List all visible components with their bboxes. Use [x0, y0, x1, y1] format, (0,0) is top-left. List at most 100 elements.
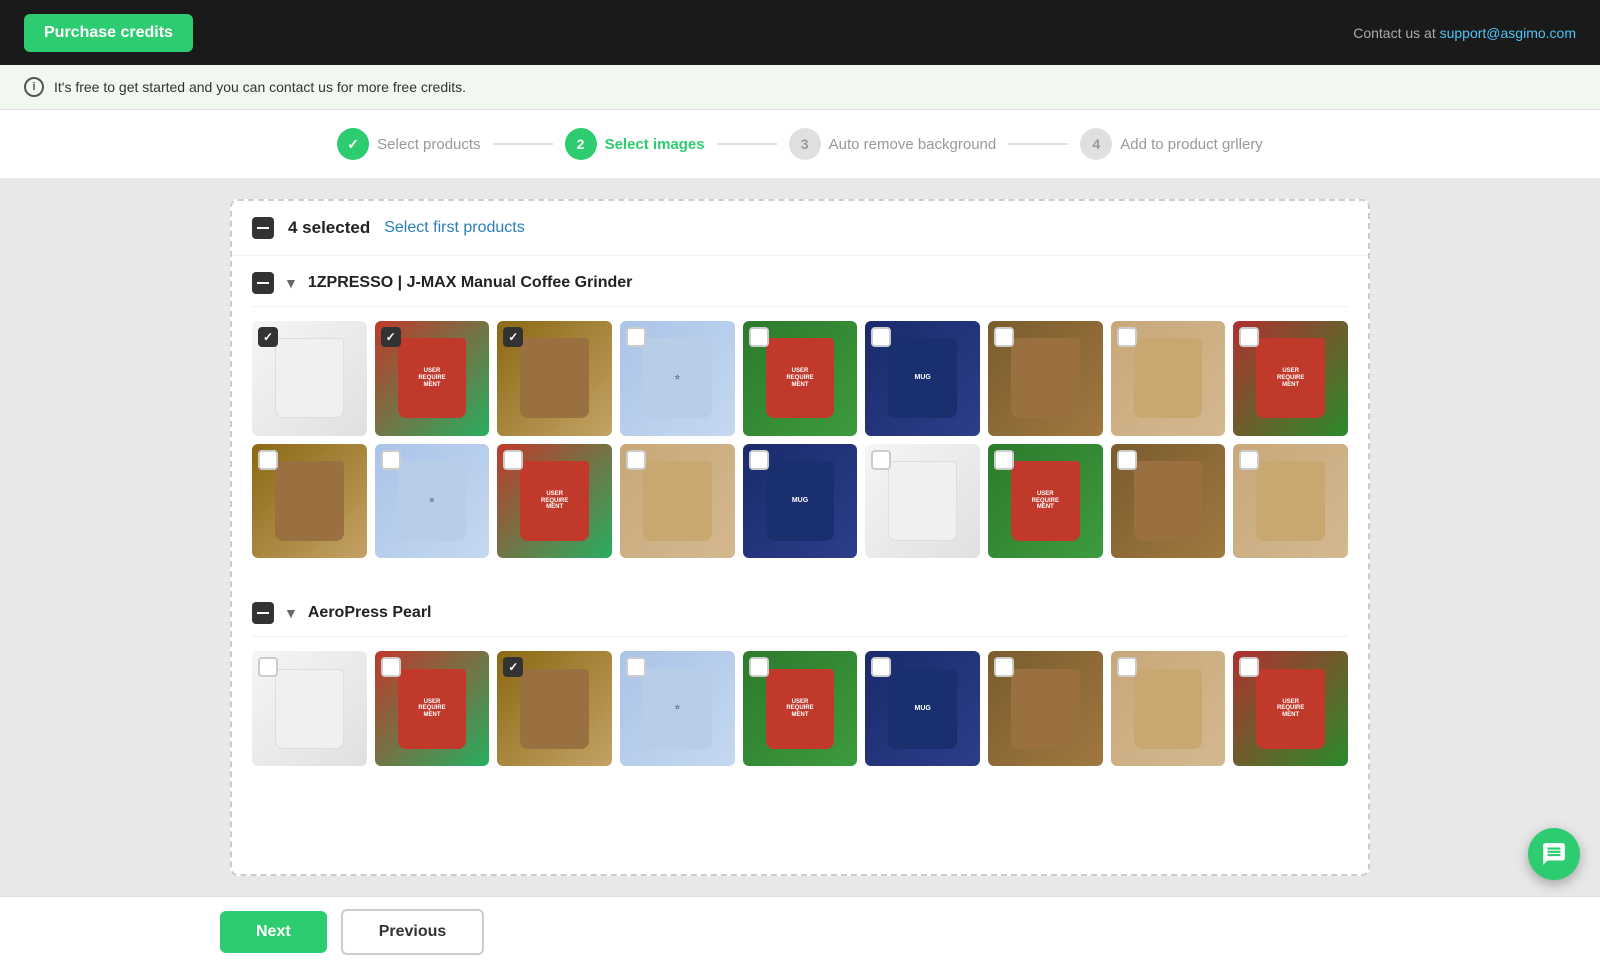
- image-item[interactable]: [252, 321, 367, 436]
- mug-visual: [888, 461, 957, 541]
- image-checkbox[interactable]: [258, 657, 278, 677]
- select-first-products-link[interactable]: Select first products: [384, 219, 525, 237]
- product-deselect-button-1[interactable]: [252, 602, 274, 624]
- image-checkbox[interactable]: [1117, 450, 1137, 470]
- image-item[interactable]: [1111, 651, 1226, 766]
- image-item[interactable]: USERREQUIREMENT: [743, 651, 858, 766]
- image-checkbox[interactable]: [503, 657, 523, 677]
- product-deselect-button-0[interactable]: [252, 272, 274, 294]
- mug-visual: USERREQUIREMENT: [1011, 461, 1080, 541]
- image-grid-0: USERREQUIREMENT☆USERREQUIREMENTMUGUSERRE…: [252, 321, 1348, 558]
- image-item[interactable]: ☆: [375, 444, 490, 559]
- image-item[interactable]: [252, 444, 367, 559]
- image-item[interactable]: [497, 321, 612, 436]
- image-checkbox[interactable]: [381, 657, 401, 677]
- next-button[interactable]: Next: [220, 911, 327, 953]
- image-checkbox[interactable]: [749, 450, 769, 470]
- image-item[interactable]: [1111, 444, 1226, 559]
- image-item[interactable]: ☆: [620, 651, 735, 766]
- image-item[interactable]: USERREQUIREMENT: [375, 651, 490, 766]
- image-item[interactable]: [1111, 321, 1226, 436]
- image-checkbox[interactable]: [626, 450, 646, 470]
- mug-visual: [1134, 461, 1203, 541]
- contact-text: Contact us at support@asgimo.com: [1353, 25, 1576, 41]
- image-checkbox[interactable]: [871, 327, 891, 347]
- product-section-0: ▼ 1ZPRESSO | J-MAX Manual Coffee Grinder…: [232, 256, 1368, 586]
- step-4: 4 Add to product grllery: [1080, 128, 1263, 160]
- mug-visual: MUG: [888, 669, 957, 749]
- step-4-label: Add to product grllery: [1120, 136, 1263, 153]
- main-content: 4 selected Select first products ▼ 1ZPRE…: [0, 179, 1600, 896]
- mug-visual: USERREQUIREMENT: [1256, 669, 1325, 749]
- image-item[interactable]: [865, 444, 980, 559]
- mug-visual: MUG: [888, 338, 957, 418]
- image-checkbox[interactable]: [258, 327, 278, 347]
- image-checkbox[interactable]: [1239, 450, 1259, 470]
- image-item[interactable]: USERREQUIREMENT: [988, 444, 1103, 559]
- chat-icon: [1541, 841, 1567, 867]
- header: Purchase credits Contact us at support@a…: [0, 0, 1600, 65]
- image-item[interactable]: USERREQUIREMENT: [497, 444, 612, 559]
- image-checkbox[interactable]: [503, 450, 523, 470]
- image-checkbox[interactable]: [994, 657, 1014, 677]
- image-checkbox[interactable]: [749, 657, 769, 677]
- product-name-1: AeroPress Pearl: [308, 604, 432, 622]
- previous-button[interactable]: Previous: [341, 909, 485, 955]
- image-item[interactable]: [252, 651, 367, 766]
- image-item[interactable]: MUG: [865, 321, 980, 436]
- info-bar: i It's free to get started and you can c…: [0, 65, 1600, 110]
- info-message: It's free to get started and you can con…: [54, 79, 466, 95]
- image-item[interactable]: ☆: [620, 321, 735, 436]
- image-item[interactable]: MUG: [743, 444, 858, 559]
- step-divider-3: [1008, 143, 1068, 145]
- step-3: 3 Auto remove background: [789, 128, 997, 160]
- image-item[interactable]: USERREQUIREMENT: [1233, 321, 1348, 436]
- image-checkbox[interactable]: [381, 327, 401, 347]
- deselect-all-button[interactable]: [252, 217, 274, 239]
- image-checkbox[interactable]: [258, 450, 278, 470]
- step-4-circle: 4: [1080, 128, 1112, 160]
- chat-bubble-button[interactable]: [1528, 828, 1580, 880]
- image-checkbox[interactable]: [1117, 327, 1137, 347]
- mug-visual: [275, 461, 344, 541]
- image-checkbox[interactable]: [994, 450, 1014, 470]
- contact-email-link[interactable]: support@asgimo.com: [1440, 25, 1576, 41]
- products-container: ▼ 1ZPRESSO | J-MAX Manual Coffee Grinder…: [232, 256, 1368, 794]
- mug-visual: [520, 338, 589, 418]
- image-checkbox[interactable]: [1239, 327, 1259, 347]
- mug-visual: USERREQUIREMENT: [398, 338, 467, 418]
- image-item[interactable]: [988, 321, 1103, 436]
- image-item[interactable]: USERREQUIREMENT: [743, 321, 858, 436]
- image-item[interactable]: USERREQUIREMENT: [1233, 651, 1348, 766]
- image-checkbox[interactable]: [503, 327, 523, 347]
- step-3-label: Auto remove background: [829, 136, 997, 153]
- image-checkbox[interactable]: [871, 657, 891, 677]
- image-grid-1: USERREQUIREMENT☆USERREQUIREMENTMUGUSERRE…: [252, 651, 1348, 766]
- image-item[interactable]: MUG: [865, 651, 980, 766]
- info-icon: i: [24, 77, 44, 97]
- mug-visual: ☆: [643, 338, 712, 418]
- step-divider-1: [493, 143, 553, 145]
- image-checkbox[interactable]: [626, 327, 646, 347]
- image-item[interactable]: [1233, 444, 1348, 559]
- image-checkbox[interactable]: [381, 450, 401, 470]
- image-checkbox[interactable]: [626, 657, 646, 677]
- image-checkbox[interactable]: [1117, 657, 1137, 677]
- image-checkbox[interactable]: [994, 327, 1014, 347]
- image-item[interactable]: [988, 651, 1103, 766]
- mug-visual: [1134, 338, 1203, 418]
- image-checkbox[interactable]: [749, 327, 769, 347]
- mug-visual: [1011, 669, 1080, 749]
- image-checkbox[interactable]: [871, 450, 891, 470]
- product-header-0: ▼ 1ZPRESSO | J-MAX Manual Coffee Grinder: [252, 256, 1348, 307]
- image-item[interactable]: [620, 444, 735, 559]
- step-2: 2 Select images: [565, 128, 705, 160]
- image-checkbox[interactable]: [1239, 657, 1259, 677]
- mug-visual: ☆: [398, 461, 467, 541]
- mug-visual: [275, 338, 344, 418]
- purchase-credits-button[interactable]: Purchase credits: [24, 14, 193, 52]
- image-item[interactable]: USERREQUIREMENT: [375, 321, 490, 436]
- mug-visual: USERREQUIREMENT: [1256, 338, 1325, 418]
- step-1-label: Select products: [377, 136, 480, 153]
- image-item[interactable]: [497, 651, 612, 766]
